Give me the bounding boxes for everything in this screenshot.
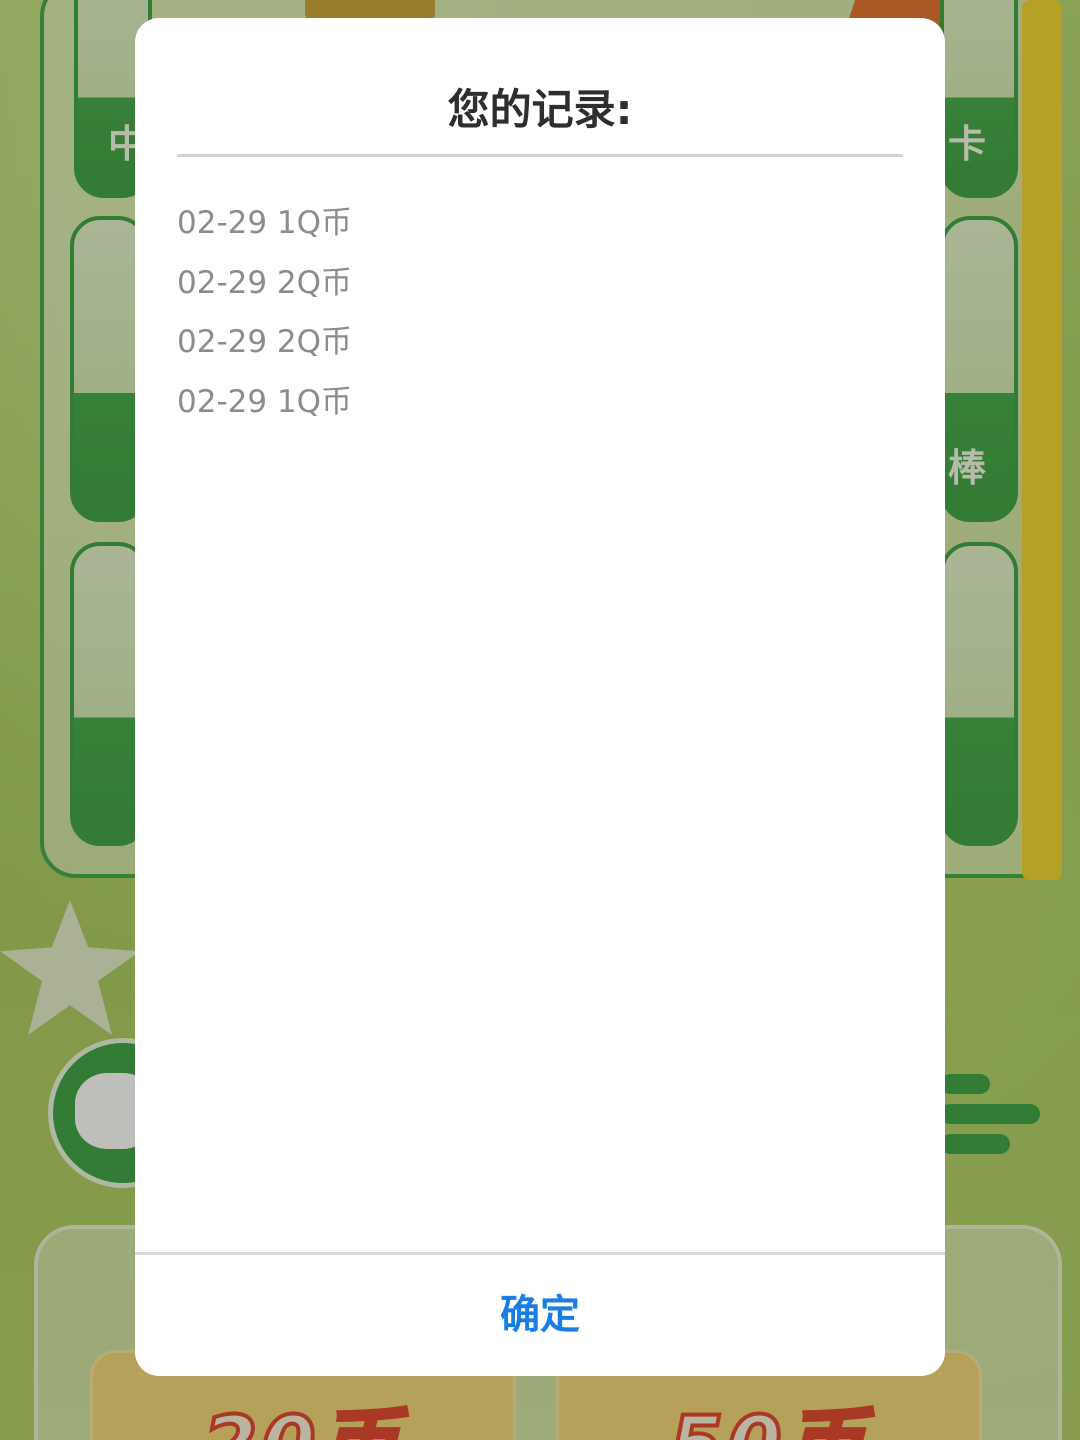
record-list: 02-29 1Q币 02-29 2Q币 02-29 2Q币 02-29 1Q币 — [177, 194, 903, 432]
confirm-button[interactable]: 确定 — [135, 1255, 945, 1376]
dialog-title: 您的记录: — [447, 85, 633, 134]
game-page: 中 卡 棒 20币 50币 您的记录: — [0, 0, 1080, 1440]
records-dialog: 您的记录: 02-29 1Q币 02-29 2Q币 02-29 2Q币 02-2… — [135, 18, 945, 1376]
record-item: 02-29 1Q币 — [177, 205, 353, 241]
title-divider — [177, 154, 903, 157]
record-item: 02-29 1Q币 — [177, 383, 353, 420]
record-item: 02-29 2Q币 — [177, 264, 353, 301]
record-item: 02-29 2Q币 — [177, 324, 353, 360]
